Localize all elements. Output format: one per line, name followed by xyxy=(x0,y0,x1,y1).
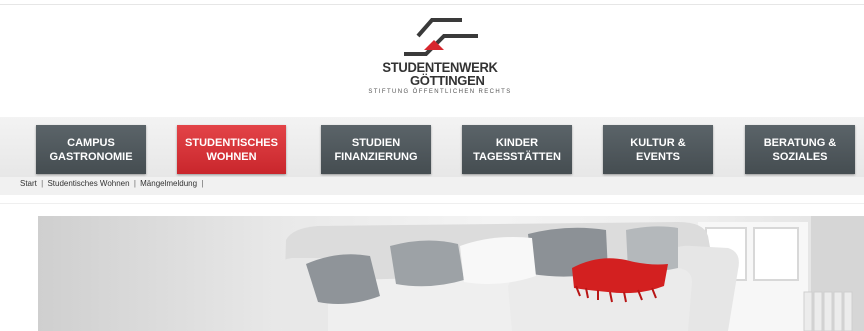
nav-label-line1: STUDIEN xyxy=(351,136,401,149)
breadcrumb: Start | Studentisches Wohnen | Mängelmel… xyxy=(0,177,864,195)
nav-label-line2: GASTRONOMIE xyxy=(49,150,133,163)
section-divider xyxy=(0,203,864,204)
logo-city: GÖTTINGEN xyxy=(410,73,485,88)
breadcrumb-separator: | xyxy=(133,179,136,188)
nav-kinder-tagesstaetten[interactable]: KINDER TAGESSTÄTTEN xyxy=(462,125,572,174)
nav-label-line2: TAGESSTÄTTEN xyxy=(473,150,561,163)
studentenwerk-logo[interactable]: STUDENTENWERK GÖTTINGEN STIFTUNG ÖFFENTL… xyxy=(350,16,530,102)
nav-label-line2: SOZIALES xyxy=(772,150,828,163)
nav-label-line1: KULTUR & xyxy=(630,136,686,149)
breadcrumb-current-maengelmeldung[interactable]: Mängelmeldung xyxy=(140,179,197,188)
logo-mark-icon xyxy=(404,18,478,56)
nav-label-line1: STUDENTISCHES xyxy=(185,136,278,149)
breadcrumb-separator: | xyxy=(41,179,44,188)
nav-label-line1: BERATUNG & xyxy=(763,136,837,149)
nav-label-line2: EVENTS xyxy=(635,150,680,163)
nav-studentisches-wohnen[interactable]: STUDENTISCHES WOHNEN xyxy=(177,125,286,174)
breadcrumb-link-start[interactable]: Start xyxy=(20,179,37,188)
nav-label-line2: WOHNEN xyxy=(206,150,257,163)
nav-label-line2: FINANZIERUNG xyxy=(334,150,418,163)
nav-kultur-events[interactable]: KULTUR & EVENTS xyxy=(603,125,713,174)
sofa-with-cushions-image xyxy=(277,216,864,331)
hero-image xyxy=(38,216,864,331)
nav-label-line1: CAMPUS xyxy=(67,136,115,149)
nav-label-line1: KINDER xyxy=(495,136,539,149)
nav-beratung-soziales[interactable]: BERATUNG & SOZIALES xyxy=(745,125,855,174)
breadcrumb-link-studentisches-wohnen[interactable]: Studentisches Wohnen xyxy=(47,179,129,188)
top-rule xyxy=(0,4,864,5)
nav-campus-gastronomie[interactable]: CAMPUS GASTRONOMIE xyxy=(36,125,146,174)
nav-studien-finanzierung[interactable]: STUDIEN FINANZIERUNG xyxy=(321,125,431,174)
logo-tagline: STIFTUNG ÖFFENTLICHEN RECHTS xyxy=(368,89,512,95)
breadcrumb-separator: | xyxy=(201,179,204,188)
